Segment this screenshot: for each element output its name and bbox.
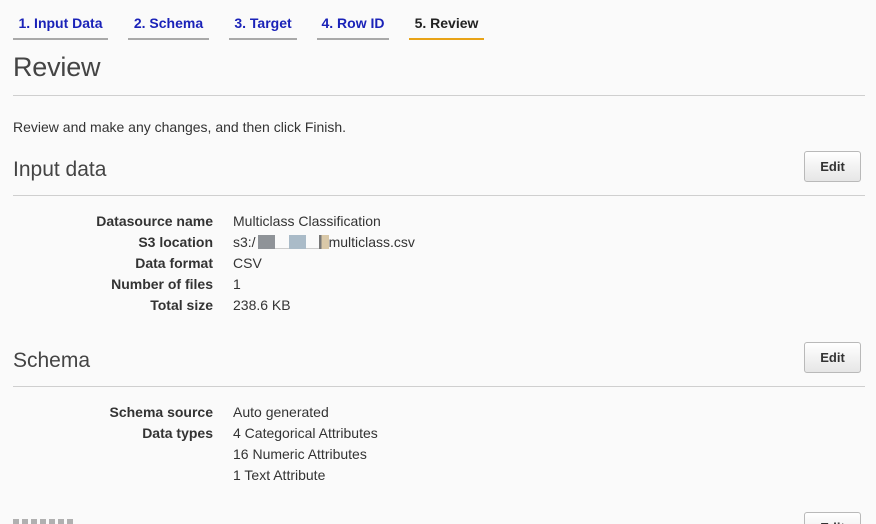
- redacted-block: [274, 235, 289, 249]
- number-of-files-value: 1: [233, 276, 241, 292]
- edit-target-button[interactable]: Edit: [804, 512, 861, 524]
- tab-row-id[interactable]: 4. Row ID: [317, 14, 389, 40]
- redacted-block: [305, 235, 319, 249]
- schema-divider: [13, 386, 865, 387]
- tab-review[interactable]: 5. Review: [409, 14, 484, 40]
- s3-location-prefix: s3:/: [233, 234, 256, 250]
- total-size-value: 238.6 KB: [233, 297, 291, 313]
- tab-target[interactable]: 3. Target: [229, 14, 297, 40]
- schema-heading: Schema: [13, 349, 91, 372]
- s3-location-suffix: multiclass.csv: [328, 234, 415, 250]
- schema-source-value: Auto generated: [233, 404, 329, 420]
- datasource-name-value: Multiclass Classification: [233, 213, 381, 229]
- tab-input-data[interactable]: 1. Input Data: [13, 14, 108, 40]
- total-size-label: Total size: [150, 297, 213, 313]
- input-data-heading: Input data: [13, 158, 107, 181]
- intro-text: Review and make any changes, and then cl…: [13, 119, 347, 135]
- edit-schema-button[interactable]: Edit: [804, 342, 861, 373]
- target-heading-partial: [13, 519, 93, 524]
- input-data-divider: [13, 195, 865, 196]
- redacted-block: [318, 235, 329, 249]
- redacted-block: [257, 235, 275, 249]
- data-type-numeric: 16 Numeric Attributes: [233, 446, 367, 462]
- data-type-text: 1 Text Attribute: [233, 467, 326, 483]
- datasource-name-label: Datasource name: [96, 213, 213, 229]
- data-format-value: CSV: [233, 255, 262, 271]
- page-title: Review: [13, 52, 101, 82]
- s3-location-value: s3:/ multiclass.csv: [233, 232, 415, 253]
- tab-schema[interactable]: 2. Schema: [128, 14, 209, 40]
- data-type-categorical: 4 Categorical Attributes: [233, 425, 378, 441]
- schema-source-label: Schema source: [109, 404, 214, 420]
- data-format-label: Data format: [135, 255, 213, 271]
- edit-input-data-button[interactable]: Edit: [804, 151, 861, 182]
- data-types-label: Data types: [142, 425, 213, 441]
- s3-location-label: S3 location: [138, 234, 213, 250]
- title-divider: [13, 95, 865, 96]
- redacted-block: [288, 235, 306, 249]
- number-of-files-label: Number of files: [111, 276, 213, 292]
